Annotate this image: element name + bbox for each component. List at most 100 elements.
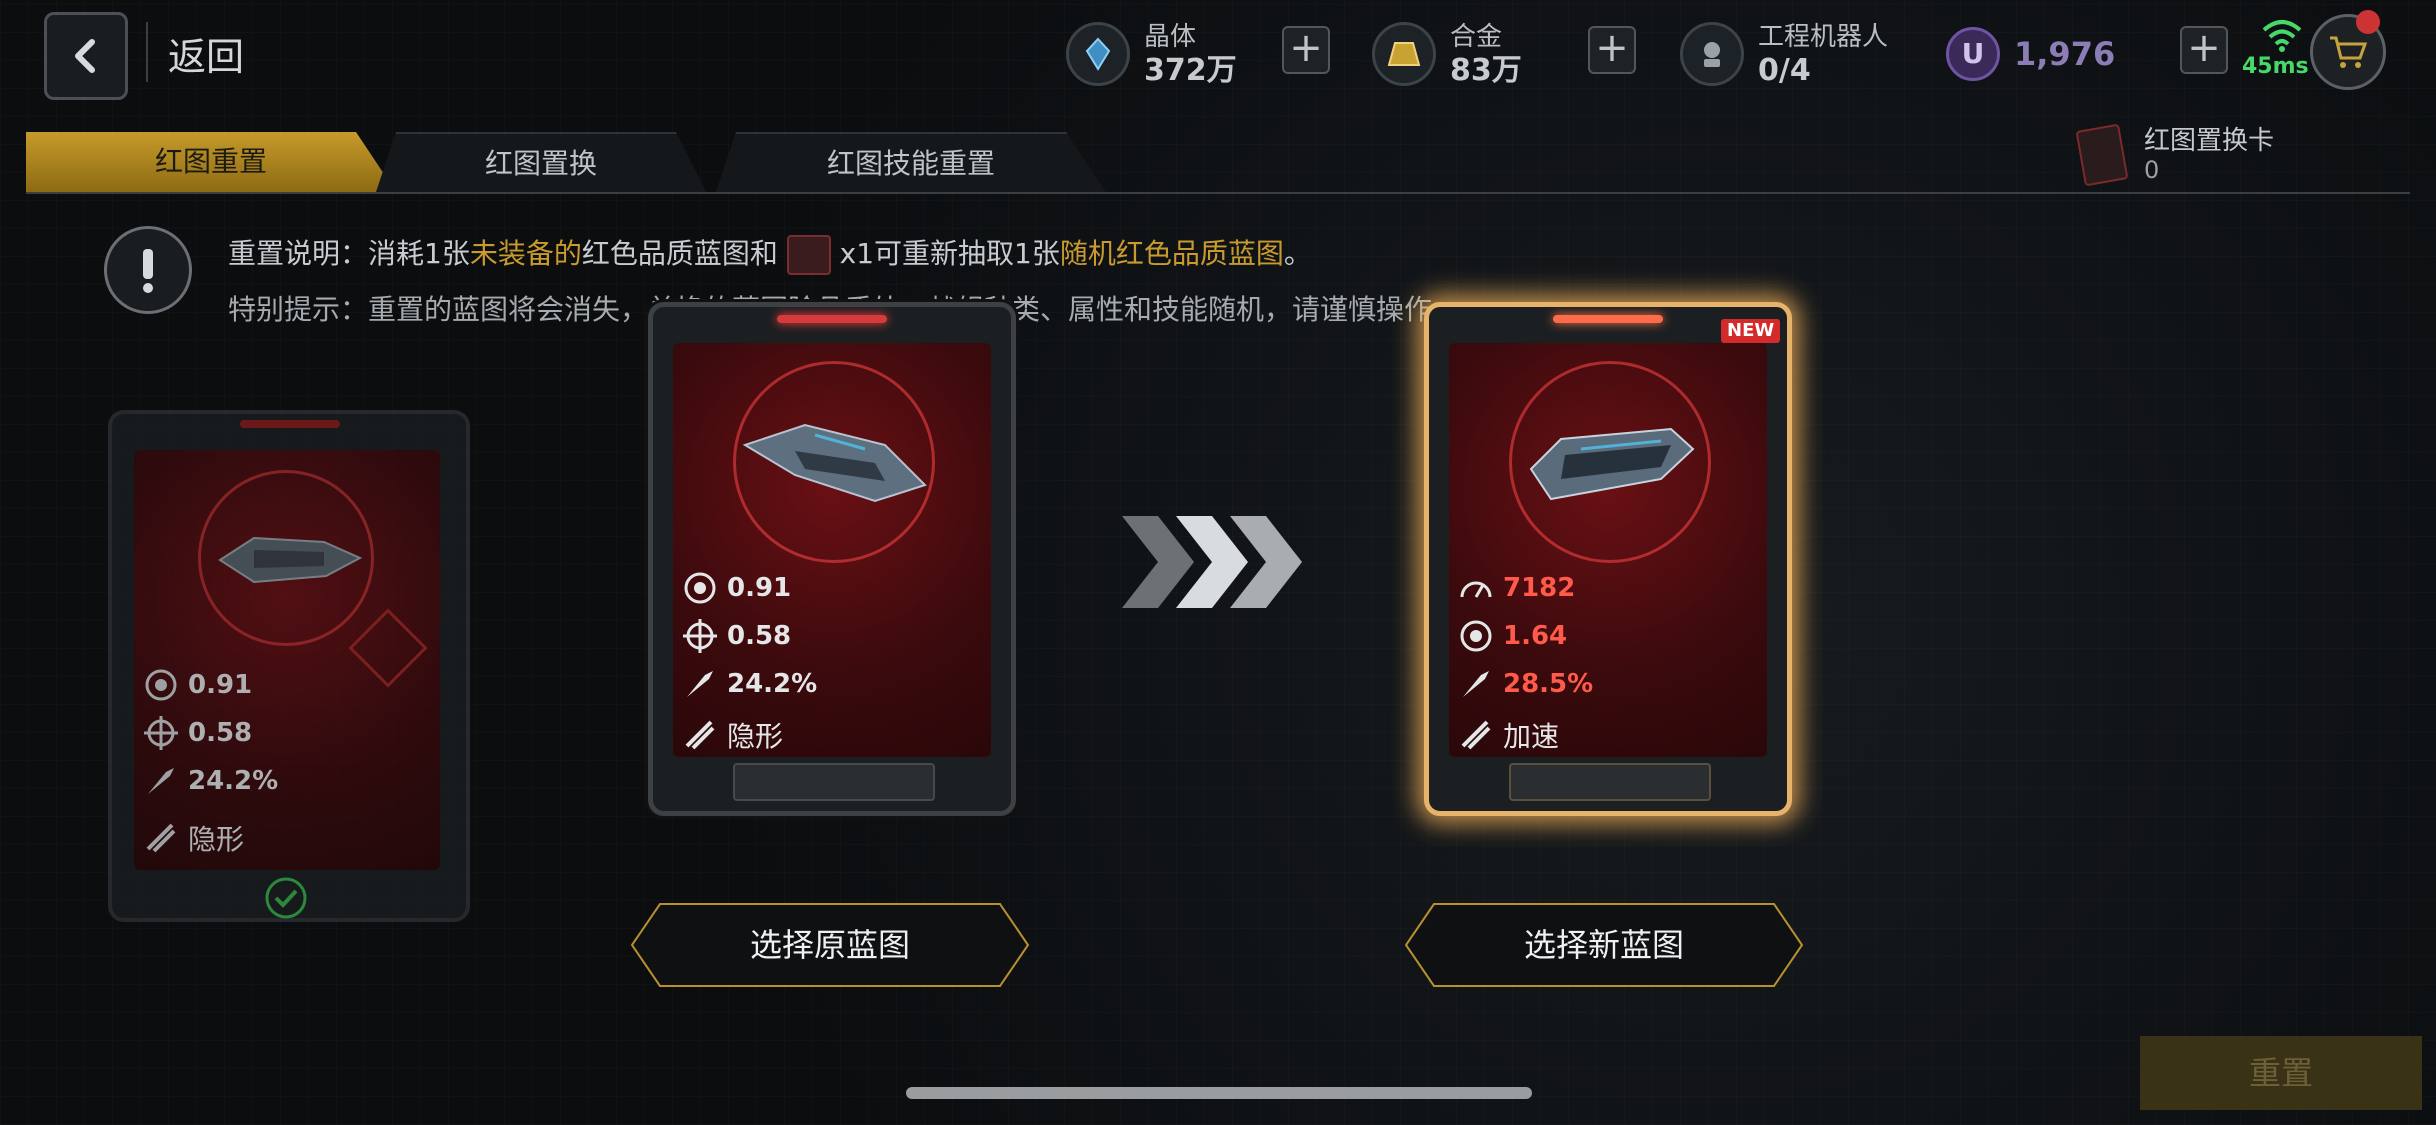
- stat-row: 0.91: [683, 571, 791, 605]
- resource-name: 合金: [1450, 22, 1503, 52]
- card-indicator: [777, 315, 887, 323]
- add-crystal-button[interactable]: +: [1282, 26, 1330, 74]
- resource-value: 83万: [1450, 53, 1522, 88]
- desc-highlight-unequipped: 未装备的: [469, 237, 582, 270]
- desc-text: 红色品质蓝图和: [581, 237, 778, 270]
- cart-icon: [2330, 36, 2368, 68]
- stat-value: 24.2%: [727, 669, 818, 699]
- swap-card-icon: [2075, 123, 2129, 187]
- desc-highlight-random: 随机红色品质蓝图: [1059, 237, 1284, 270]
- stat-row: 24.2%: [144, 764, 278, 798]
- choose-original-button[interactable]: 选择原蓝图: [630, 902, 1030, 988]
- card-base: [1509, 763, 1711, 801]
- red-card-icon: [786, 235, 831, 275]
- resource-alloy: 合金 83万: [1372, 14, 1522, 94]
- energy-ring-icon: [1459, 619, 1493, 653]
- skill-row: 隐形: [144, 818, 244, 858]
- card-indicator: [1553, 315, 1663, 323]
- choose-new-button[interactable]: 选择新蓝图: [1404, 902, 1804, 988]
- stat-row: 7182: [1459, 571, 1575, 605]
- skill-row: 隐形: [683, 715, 783, 755]
- skill-icon: [683, 718, 717, 752]
- swap-card-count: 0: [2144, 156, 2160, 184]
- resource-robot: 工程机器人 0/4: [1680, 14, 1888, 94]
- alloy-icon: [1372, 22, 1436, 86]
- resource-name: 晶体: [1144, 22, 1197, 52]
- stat-row: 0.91: [144, 668, 252, 702]
- tab-bar: 红图重置 红图置换 红图技能重置: [26, 132, 2426, 192]
- skill-name: 隐形: [727, 720, 784, 753]
- skill-name: 加速: [1503, 720, 1560, 753]
- ping-label: 45ms: [2242, 54, 2309, 79]
- tab-red-swap[interactable]: 红图置换: [376, 132, 706, 192]
- crosshair-icon: [144, 716, 178, 750]
- stat-value: 24.2%: [188, 766, 279, 796]
- crosshair-icon: [683, 619, 717, 653]
- top-bar: 返回 晶体 372万 + 合金 83万 + 工程机器人 0/4 U 1,976 …: [0, 0, 2436, 110]
- resource-premium: U 1,976: [1946, 14, 2115, 94]
- back-button[interactable]: [44, 12, 128, 100]
- stat-row: 28.5%: [1459, 667, 1593, 701]
- resource-value: 0/4: [1758, 53, 1811, 88]
- energy-ring-icon: [144, 668, 178, 702]
- tab-red-skill-reset[interactable]: 红图技能重置: [716, 132, 1106, 192]
- rocket-icon: [683, 667, 717, 701]
- speedometer-icon: [1459, 571, 1493, 605]
- robot-icon: [1680, 22, 1744, 86]
- rocket-icon: [1459, 667, 1493, 701]
- stat-row: 0.58: [144, 716, 252, 750]
- energy-ring-icon: [683, 571, 717, 605]
- wifi-icon: [2260, 18, 2304, 56]
- skill-icon: [1459, 718, 1493, 752]
- owned-blueprint-card[interactable]: 0.91 0.58 24.2% 隐形: [108, 410, 470, 922]
- card-base: [733, 763, 935, 801]
- desc-text: 重置说明：消耗1张: [228, 237, 470, 270]
- stat-row: 1.64: [1459, 619, 1567, 653]
- resource-value: 372万: [1144, 53, 1237, 88]
- swap-card-counter: 红图置换卡 0: [2075, 123, 2275, 187]
- reset-description: 重置说明：消耗1张未装备的红色品质蓝图和 x1可重新抽取1张随机红色品质蓝图。: [228, 232, 1312, 275]
- skill-name: 隐形: [188, 823, 245, 856]
- card-face: 7182 1.64 28.5% 加速: [1449, 343, 1767, 757]
- tab-red-reset[interactable]: 红图重置: [26, 132, 396, 192]
- back-label[interactable]: 返回: [168, 26, 244, 81]
- crystal-icon: [1066, 22, 1130, 86]
- home-indicator[interactable]: [906, 1087, 1532, 1099]
- premium-value: 1,976: [2014, 35, 2116, 73]
- card-indicator: [240, 420, 340, 428]
- chevron-left-icon: [75, 39, 95, 73]
- original-blueprint-card[interactable]: 0.91 0.58 24.2% 隐形: [648, 302, 1016, 816]
- rocket-icon: [144, 764, 178, 798]
- resource-name: 工程机器人: [1758, 22, 1889, 52]
- swap-card-name: 红图置换卡: [2144, 126, 2275, 156]
- add-alloy-button[interactable]: +: [1588, 26, 1636, 74]
- stat-value: 0.91: [727, 573, 792, 603]
- stat-row: 24.2%: [683, 667, 817, 701]
- arrow-right-icon: [1122, 516, 1302, 608]
- resource-crystal: 晶体 372万: [1066, 14, 1237, 94]
- card-face: 0.91 0.58 24.2% 隐形: [134, 450, 440, 870]
- divider: [146, 22, 148, 82]
- desc-text: x1可重新抽取1张: [839, 237, 1060, 270]
- desc-text: 。: [1283, 237, 1312, 270]
- u-currency-icon: U: [1946, 27, 2000, 81]
- stat-value: 0.91: [188, 670, 253, 700]
- rank-chevron-icon: [348, 608, 428, 688]
- tab-underline: [26, 192, 2410, 194]
- stat-value: 0.58: [727, 621, 792, 651]
- warship-icon: [218, 536, 363, 584]
- warship-icon: [1529, 427, 1695, 501]
- stat-value: 1.64: [1503, 621, 1568, 651]
- stat-value: 0.58: [188, 718, 253, 748]
- reset-button[interactable]: 重置: [2140, 1036, 2422, 1110]
- new-blueprint-card[interactable]: NEW 7182 1.64 28.5% 加速: [1424, 302, 1792, 816]
- stat-row: 0.58: [683, 619, 791, 653]
- notification-badge: [2356, 10, 2380, 34]
- add-premium-button[interactable]: +: [2180, 26, 2228, 74]
- exclamation-icon: [104, 226, 192, 314]
- check-icon: [265, 877, 307, 919]
- choose-original-label: 选择原蓝图: [749, 926, 910, 964]
- new-badge: NEW: [1721, 319, 1781, 343]
- stat-value: 28.5%: [1503, 669, 1594, 699]
- card-face: 0.91 0.58 24.2% 隐形: [673, 343, 991, 757]
